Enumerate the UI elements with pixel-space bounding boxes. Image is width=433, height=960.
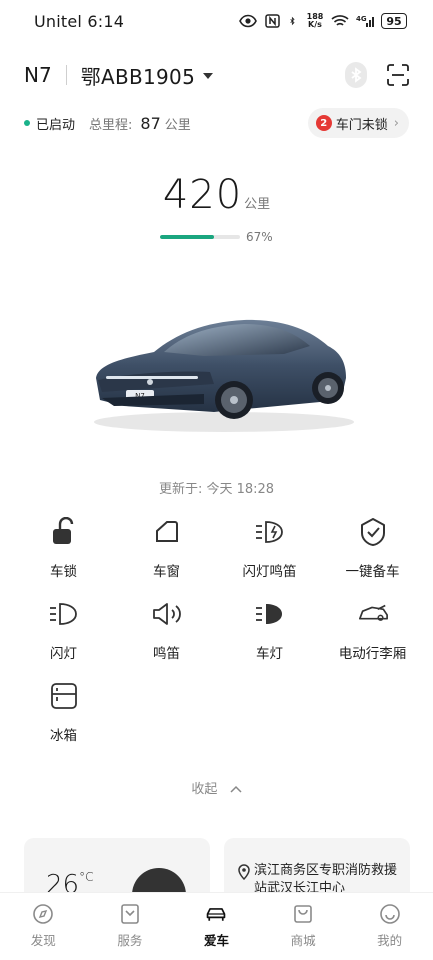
bottom-nav: 发现 服务 爱车 商城 我的 <box>0 892 433 960</box>
location-pin-icon <box>238 864 250 880</box>
lock-open-icon <box>48 516 80 548</box>
status-dot <box>24 120 30 126</box>
flash-light-icon <box>48 598 80 630</box>
nav-mall[interactable]: 商城 <box>260 893 347 960</box>
flash-horn-icon <box>254 516 286 548</box>
nav-label: 发现 <box>30 933 56 948</box>
control-flash[interactable]: 闪灯 <box>12 598 115 680</box>
mall-icon <box>292 903 314 925</box>
collapse-toggle[interactable]: 收起 <box>0 778 433 797</box>
shield-check-icon <box>357 516 389 548</box>
chevron-up-icon <box>230 785 242 793</box>
control-label: 闪灯 <box>50 646 77 662</box>
range-unit: 公里 <box>244 197 271 212</box>
control-label: 鸣笛 <box>153 646 180 662</box>
bluetooth-icon <box>351 67 362 83</box>
control-trunk[interactable]: 电动行李厢 <box>321 598 424 680</box>
bluetooth-key-button[interactable] <box>345 62 367 88</box>
control-label: 一键备车 <box>345 564 400 580</box>
control-flash-horn[interactable]: 闪灯鸣笛 <box>218 516 321 598</box>
nav-label: 我的 <box>377 933 403 948</box>
wifi-icon <box>331 15 349 26</box>
control-horn[interactable]: 鸣笛 <box>115 598 218 680</box>
vehicle-plate[interactable]: 鄂ABB1905 <box>81 61 195 90</box>
range-value: 420 <box>162 172 243 218</box>
cell-signal-icon: 4G <box>356 15 374 27</box>
control-label: 车灯 <box>256 646 283 662</box>
door-alert-badge: 2 <box>315 115 332 131</box>
net-speed: 188 K/s <box>306 12 324 29</box>
service-icon <box>119 903 141 925</box>
headlight-icon <box>254 598 286 630</box>
odometer-value: 87 <box>140 113 161 133</box>
odometer-label: 总里程: <box>89 117 133 133</box>
car-icon <box>205 903 227 925</box>
vehicle-header: N7 鄂ABB1905 <box>0 56 433 94</box>
vehicle-model: N7 <box>24 63 52 87</box>
trunk-icon <box>357 598 389 630</box>
control-label: 车窗 <box>153 564 180 580</box>
discover-icon <box>32 903 54 925</box>
carrier-time: Unitel 6:14 <box>34 11 125 31</box>
chevron-right-icon: › <box>393 115 399 131</box>
control-window[interactable]: 车窗 <box>115 516 218 598</box>
nav-my-car[interactable]: 爱车 <box>173 893 260 960</box>
control-headlight[interactable]: 车灯 <box>218 598 321 680</box>
door-alert-text: 车门未锁 <box>335 117 388 133</box>
chevron-down-icon[interactable] <box>203 73 214 79</box>
control-label: 闪灯鸣笛 <box>242 564 297 580</box>
nav-label: 爱车 <box>203 933 229 948</box>
nav-service[interactable]: 服务 <box>87 893 174 960</box>
door-alert-pill[interactable]: 2 车门未锁 › <box>307 108 409 138</box>
vehicle-status-row: 已启动 总里程: 87 公里 2 车门未锁 › <box>0 108 433 138</box>
last-updated: 更新于: 今天 18:28 <box>158 482 275 497</box>
control-label: 车锁 <box>50 564 77 580</box>
nfc-icon <box>265 14 280 28</box>
battery-percent: 67% <box>246 230 273 244</box>
nav-label: 服务 <box>117 933 143 948</box>
bluetooth-icon <box>290 16 295 26</box>
range-display: 420 公里 67% <box>0 172 433 244</box>
control-label: 电动行李厢 <box>338 646 407 662</box>
battery-progress-bar <box>160 235 240 239</box>
odometer-unit: 公里 <box>164 117 191 133</box>
scan-icon[interactable] <box>387 64 409 86</box>
control-lock[interactable]: 车锁 <box>12 516 115 598</box>
vehicle-image: N7 <box>94 319 354 432</box>
nav-discover[interactable]: 发现 <box>0 893 87 960</box>
profile-icon <box>379 903 401 925</box>
eye-icon <box>239 14 257 28</box>
nav-label: 商城 <box>290 933 316 948</box>
battery-progress-fill <box>160 235 214 239</box>
window-icon <box>151 516 183 548</box>
collapse-label: 收起 <box>191 782 218 797</box>
control-label: 冰箱 <box>50 728 77 744</box>
control-prepare-car[interactable]: 一键备车 <box>321 516 424 598</box>
control-fridge[interactable]: 冰箱 <box>12 680 115 762</box>
status-icons: 188 K/s 4G 95 <box>239 13 407 29</box>
fridge-icon <box>48 680 80 712</box>
nav-profile[interactable]: 我的 <box>346 893 433 960</box>
battery-indicator: 95 <box>381 13 407 29</box>
horn-icon <box>151 598 183 630</box>
header-divider <box>65 65 67 85</box>
engine-status: 已启动 <box>36 117 76 133</box>
quick-controls: 车锁 车窗 闪灯鸣笛 一键备车 闪灯 鸣笛 车灯 电动行李厢 冰箱 <box>12 516 424 762</box>
svg-text:4G: 4G <box>356 15 367 23</box>
status-bar: Unitel 6:14 188 K/s 4G 95 <box>0 0 433 42</box>
